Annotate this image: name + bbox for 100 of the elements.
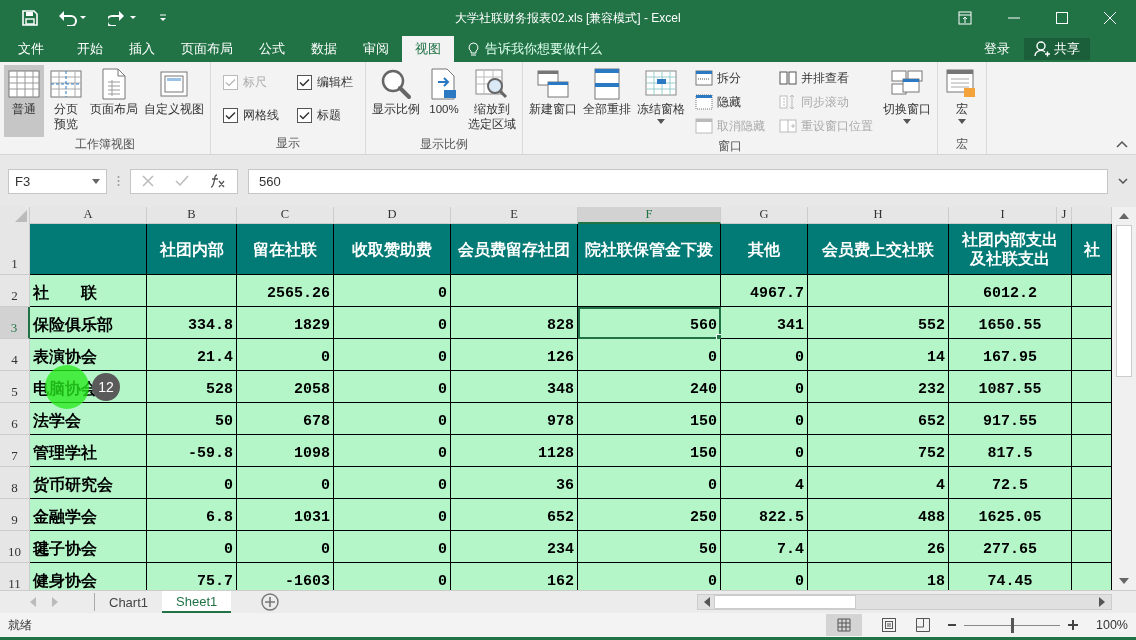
table-cell (1072, 307, 1112, 339)
row-header[interactable]: 11 (0, 563, 30, 590)
ribbon-button[interactable]: 分页 预览 (46, 65, 86, 137)
row-header[interactable]: 3 (0, 307, 30, 339)
ribbon-tab[interactable]: 审阅 (350, 36, 402, 62)
table-cell: 150 (578, 435, 721, 467)
collapse-ribbon-icon[interactable] (1116, 140, 1128, 148)
row-header[interactable]: 10 (0, 531, 30, 563)
normal-view-icon[interactable] (826, 614, 862, 636)
table-cell: 75.7 (147, 563, 237, 590)
table-cell: 0 (721, 403, 808, 435)
header-cell: 会员费上交社联 (808, 224, 949, 275)
ribbon-tab[interactable]: 开始 (64, 36, 116, 62)
row-header[interactable]: 9 (0, 499, 30, 531)
ribbon-button[interactable]: 冻结窗格 (635, 65, 687, 137)
sheet-tab[interactable]: Sheet1 (162, 591, 232, 613)
sign-in-link[interactable]: 登录 (974, 36, 1020, 62)
checkbox[interactable]: 编辑栏 (295, 69, 355, 96)
row-header[interactable]: 5 (0, 371, 30, 403)
row-header[interactable]: 2 (0, 275, 30, 307)
ribbon-button[interactable]: 100% (424, 65, 464, 137)
page-break-icon[interactable] (916, 618, 930, 632)
vertical-scrollbar[interactable] (1112, 207, 1136, 590)
table-cell: 678 (237, 403, 334, 435)
table-cell (1072, 275, 1112, 307)
normal-view-icon (8, 69, 40, 99)
share-button[interactable]: 共享 (1024, 38, 1090, 60)
ribbon-button[interactable]: 全部重排 (581, 65, 633, 137)
insert-function-icon[interactable] (210, 174, 227, 188)
maximize-icon[interactable] (1056, 12, 1068, 24)
table-cell: 0 (334, 563, 451, 590)
name-box[interactable]: F3 (8, 168, 107, 194)
table-cell (1072, 371, 1112, 403)
ribbon-button[interactable]: 自定义视图 (142, 65, 206, 137)
ribbon-display-icon[interactable] (958, 11, 972, 25)
ribbon-tab[interactable]: 公式 (246, 36, 298, 62)
window-title: 大学社联财务报表02.xls [兼容模式] - Excel (455, 9, 681, 27)
row-header[interactable]: 1 (0, 224, 30, 275)
zoom-100-icon (430, 68, 458, 100)
ribbon-button[interactable]: 并排查看 (779, 69, 873, 87)
header-cell: 收取赞助费 (334, 224, 451, 275)
ribbon-tab[interactable]: 插入 (116, 36, 168, 62)
customize-caret-icon[interactable] (158, 13, 168, 23)
ribbon-button[interactable]: 隐藏 (695, 93, 765, 111)
ribbon-button[interactable]: 宏 (942, 65, 982, 137)
table-cell (1072, 531, 1112, 563)
zoom-level[interactable]: 100% (1096, 618, 1128, 632)
sheet-tab[interactable]: Chart1 (95, 591, 163, 613)
checkbox[interactable]: 网格线 (221, 102, 281, 129)
table-cell: 817.5 (949, 435, 1072, 467)
ribbon-button[interactable]: 新建窗口 (527, 65, 579, 137)
ribbon-button[interactable]: 拆分 (695, 69, 765, 87)
grip-icon (117, 175, 120, 187)
header-cell: 社 (1072, 224, 1112, 275)
ribbon-tab[interactable]: 文件 (0, 36, 64, 62)
checkbox-square-icon (223, 75, 238, 90)
table-cell (1072, 403, 1112, 435)
scroll-up-icon[interactable] (1119, 213, 1129, 219)
header-cell: 社团内部支出 及社联支出 (949, 224, 1072, 275)
ribbon-button[interactable]: 缩放到 选定区域 (466, 65, 518, 137)
scroll-down-icon[interactable] (1119, 578, 1129, 584)
row-header[interactable]: 4 (0, 339, 30, 371)
ribbon-button[interactable]: 页面布局 (88, 65, 140, 137)
ribbon-button[interactable]: 切换窗口 (881, 65, 933, 137)
save-icon[interactable] (22, 10, 38, 26)
table-cell: 4967.7 (721, 275, 808, 307)
tell-me-box[interactable]: 告诉我你想要做什么 (454, 36, 602, 62)
row-header[interactable]: 7 (0, 435, 30, 467)
side-by-side-icon (779, 70, 797, 86)
table-cell: 0 (334, 339, 451, 371)
zoom-out-icon[interactable] (948, 621, 956, 629)
row-header[interactable]: 6 (0, 403, 30, 435)
header-cell: 其他 (721, 224, 808, 275)
ribbon-tab[interactable]: 数据 (298, 36, 350, 62)
horizontal-scrollbar[interactable] (697, 594, 1112, 610)
table-cell: 健身协会 (30, 563, 147, 590)
scroll-left-icon[interactable] (704, 597, 710, 607)
ribbon-button[interactable]: 显示比例 (370, 65, 422, 137)
close-icon[interactable] (1104, 12, 1116, 24)
row-header[interactable]: 8 (0, 467, 30, 499)
table-cell: 1650.55 (949, 307, 1072, 339)
scroll-right-icon[interactable] (1099, 597, 1105, 607)
column-header[interactable]: F (578, 207, 721, 224)
zoom-slider-thumb[interactable] (1011, 617, 1014, 633)
add-sheet-icon[interactable] (261, 593, 280, 611)
redo-icon[interactable] (108, 10, 138, 26)
group-label: 工作簿视图 (75, 137, 135, 152)
formula-field[interactable]: 560 (248, 168, 1108, 194)
zoom-in-icon[interactable] (1068, 620, 1078, 630)
ribbon-button[interactable]: 普通 (4, 65, 44, 137)
expand-caret-icon[interactable] (1118, 178, 1128, 184)
undo-icon[interactable] (58, 10, 88, 26)
ribbon-tab[interactable]: 视图 (402, 36, 454, 62)
table-cell: 334.8 (147, 307, 237, 339)
ribbon-tab[interactable]: 页面布局 (168, 36, 246, 62)
checkbox[interactable]: 标题 (295, 102, 355, 129)
table-cell: 72.5 (949, 467, 1072, 499)
table-cell: 752 (808, 435, 949, 467)
table-cell: 917.55 (949, 403, 1072, 435)
page-layout-icon[interactable] (882, 618, 896, 632)
